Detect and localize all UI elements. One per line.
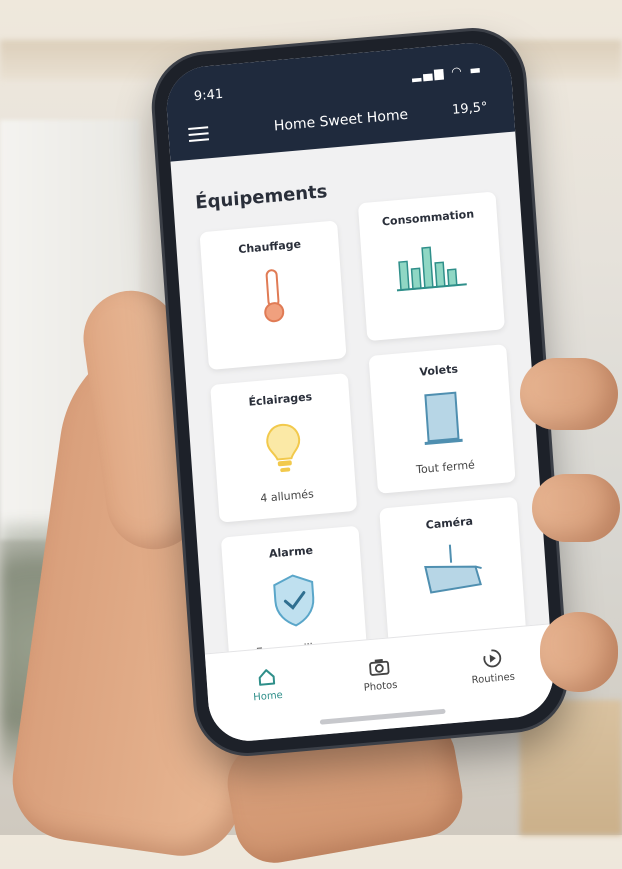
shutter-icon: [371, 384, 513, 456]
nav-photos-label: Photos: [363, 679, 398, 694]
section-title: Équipements: [194, 181, 329, 214]
camera-outline-icon: [369, 658, 390, 676]
phone: 9:41 ▂▄▆ ◠ ▬ Home Sweet Home 19,5° Équip…: [151, 26, 569, 758]
status-icons: ▂▄▆ ◠ ▬: [411, 62, 483, 82]
card-title: Volets: [419, 362, 459, 379]
home-icon: [258, 669, 276, 686]
bar-chart-icon: [361, 231, 503, 303]
card-title: Alarme: [268, 543, 314, 561]
app-header: 9:41 ▂▄▆ ◠ ▬ Home Sweet Home 19,5°: [164, 39, 516, 162]
camera-icon: [382, 537, 524, 609]
card-camera[interactable]: Caméra: [379, 496, 527, 647]
hand-finger-2: [532, 474, 620, 542]
routine-play-icon: [483, 649, 502, 668]
signal-icon: ▂▄▆: [411, 65, 446, 83]
nav-home-label: Home: [252, 689, 284, 704]
temperature-readout: 19,5°: [451, 99, 488, 118]
lightbulb-icon: [213, 413, 355, 485]
nav-home[interactable]: Home: [226, 664, 308, 706]
battery-icon: ▬: [468, 62, 484, 78]
status-time: 9:41: [193, 86, 224, 105]
card-volets[interactable]: Volets Tout fermé: [368, 344, 516, 494]
nav-routines[interactable]: Routines: [451, 644, 533, 688]
hand-finger-3: [540, 612, 618, 692]
card-title: Éclairages: [248, 390, 313, 409]
card-subtitle: 4 allumés: [259, 487, 315, 506]
card-consommation[interactable]: Consommation: [357, 191, 505, 342]
card-eclairages[interactable]: Éclairages 4 allumés: [210, 373, 358, 523]
hand-finger-1: [520, 358, 618, 430]
card-chauffage[interactable]: Chauffage: [199, 220, 347, 371]
phone-screen: 9:41 ▂▄▆ ◠ ▬ Home Sweet Home 19,5° Équip…: [164, 39, 556, 745]
thermometer-icon: [202, 260, 344, 332]
card-title: Chauffage: [237, 237, 302, 257]
home-indicator: [319, 708, 446, 725]
wifi-icon: ◠: [450, 63, 465, 79]
card-title: Caméra: [425, 514, 474, 532]
shield-check-icon: [224, 566, 366, 638]
nav-routines-label: Routines: [471, 671, 516, 687]
card-subtitle: Tout fermé: [415, 458, 476, 477]
nav-photos[interactable]: Photos: [339, 654, 421, 696]
card-title: Consommation: [381, 207, 475, 229]
